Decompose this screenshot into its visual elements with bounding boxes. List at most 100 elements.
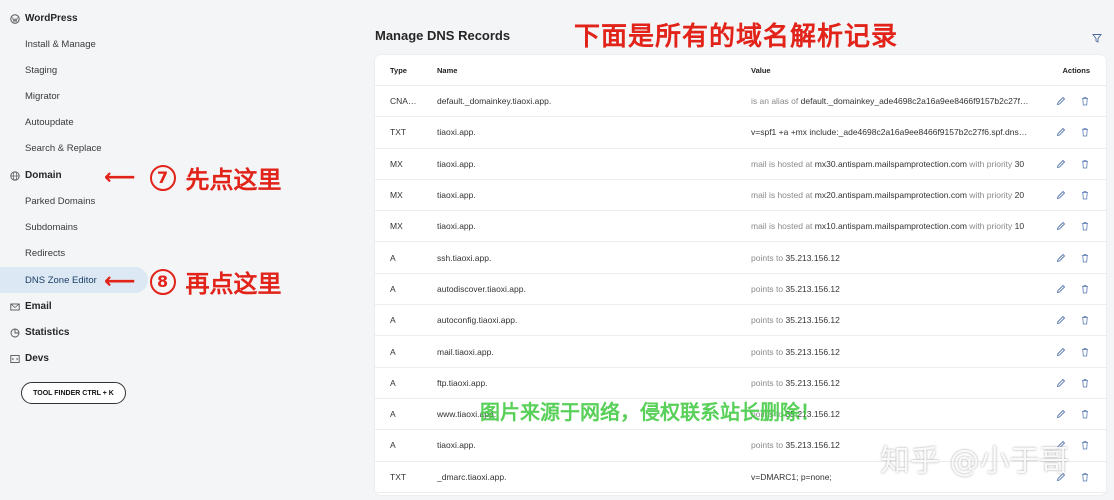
annotation-step-7: ⟵ 7 先点这里 (104, 160, 282, 195)
edit-icon[interactable] (1056, 409, 1066, 419)
trash-icon[interactable] (1080, 190, 1090, 200)
sidebar-item-migrator[interactable]: Migrator (25, 91, 60, 102)
tool-finder-button[interactable]: TOOL FINDER CTRL + K (21, 382, 126, 404)
record-actions (1030, 127, 1106, 137)
trash-icon[interactable] (1080, 127, 1090, 137)
sidebar-group-email[interactable]: Email (10, 301, 52, 312)
trash-icon[interactable] (1080, 253, 1090, 263)
value-mid: with priority (969, 190, 1013, 201)
value-priority: 10 (1014, 221, 1025, 232)
sidebar-group-devs[interactable]: Devs (10, 353, 49, 364)
edit-icon[interactable] (1056, 315, 1066, 325)
annotation-text: 再点这里 (185, 270, 282, 298)
record-type: MX (390, 158, 403, 169)
trash-icon[interactable] (1080, 347, 1090, 357)
value-priority: 20 (1014, 190, 1025, 201)
record-type: A (390, 283, 396, 294)
table-row: CNA… default._domainkey.tiaoxi.app. is an … (375, 86, 1106, 118)
record-actions (1030, 159, 1106, 169)
record-name: tiaoxi.app. (437, 440, 476, 451)
trash-icon[interactable] (1080, 96, 1090, 106)
value-main: mx10.antispam.mailspamprotection.com (814, 221, 967, 232)
sidebar-group-domain[interactable]: Domain (10, 170, 62, 181)
value-prefix: points to (751, 440, 784, 451)
record-type: A (390, 346, 396, 357)
filter-icon[interactable] (1092, 30, 1102, 43)
sidebar-group-label: Statistics (25, 327, 70, 338)
table-row: MX tiaoxi.app. mail is hosted at mx20.anti… (375, 180, 1106, 212)
record-name: tiaoxi.app. (437, 221, 476, 232)
sidebar-item-install-manage[interactable]: Install & Manage (25, 39, 96, 50)
record-value: v=spf1 +a +mx include:_ade4698c2a16a9ee8… (736, 127, 1030, 137)
record-value: is an alias of default._domainkey_ade469… (736, 96, 1030, 106)
edit-icon[interactable] (1056, 159, 1066, 169)
table-header: Type Name Value Actions (375, 55, 1106, 86)
sidebar-group-label: Devs (25, 353, 49, 364)
edit-icon[interactable] (1056, 378, 1066, 388)
table-row: Aftp.tiaoxi.app. points to 35.213.156.12 (375, 368, 1106, 399)
record-actions (1030, 96, 1106, 106)
trash-icon[interactable] (1080, 409, 1090, 419)
edit-icon[interactable] (1056, 190, 1066, 200)
edit-icon[interactable] (1056, 96, 1066, 106)
value-main: v=spf1 +a +mx include:_ade4698c2a16a9ee8… (751, 127, 1030, 138)
record-type: TXT (390, 471, 407, 482)
edit-icon[interactable] (1056, 221, 1066, 231)
sidebar-item-redirects[interactable]: Redirects (25, 248, 65, 259)
sidebar-group-label: Domain (25, 170, 62, 181)
table-row: Assh.tiaoxi.app. points to 35.213.156.12 (375, 242, 1106, 274)
sidebar-item-parked-domains[interactable]: Parked Domains (25, 196, 95, 207)
sidebar-item-search-replace[interactable]: Search & Replace (25, 143, 102, 154)
value-mid: with priority (969, 158, 1013, 169)
dns-records-table: Type Name Value Actions CNA… default._dom… (375, 55, 1106, 495)
value-prefix: mail is hosted at (751, 158, 813, 169)
trash-icon[interactable] (1080, 221, 1090, 231)
record-value: points to 35.213.156.12 (736, 347, 1030, 357)
edit-icon[interactable] (1056, 127, 1066, 137)
edit-icon[interactable] (1056, 347, 1066, 357)
globe-icon (10, 170, 20, 181)
table-row: MX tiaoxi.app. mail is hosted at mx30.anti… (375, 149, 1106, 180)
value-prefix: points to (751, 377, 784, 388)
header-annotation: 下面是所有的域名解析记录 (574, 22, 899, 52)
record-actions (1030, 190, 1106, 200)
page-title: Manage DNS Records (375, 28, 511, 43)
trash-icon[interactable] (1080, 378, 1090, 388)
trash-icon[interactable] (1080, 284, 1090, 294)
zhihu-watermark: 知乎 @小于哥 (880, 444, 1070, 479)
table-row: Amail.tiaoxi.app. points to 35.213.156.12 (375, 336, 1106, 368)
arrow-left-icon: ⟵ (104, 165, 136, 190)
record-type: A (390, 440, 396, 451)
value-main: 35.213.156.12 (785, 346, 840, 357)
value-main: v=DMARC1; p=none; (751, 471, 832, 482)
value-main: default._domainkey_ade4698c2a16a9ee8466f… (800, 96, 1030, 107)
record-type: A (390, 409, 396, 420)
column-header-name: Name (437, 65, 458, 75)
value-prefix: is an alias of (751, 96, 799, 107)
trash-icon[interactable] (1080, 315, 1090, 325)
trash-icon[interactable] (1080, 472, 1090, 482)
edit-icon[interactable] (1056, 253, 1066, 263)
record-name: _dmarc.tiaoxi.app. (437, 471, 507, 482)
trash-icon[interactable] (1080, 440, 1090, 450)
sidebar-group-wordpress[interactable]: WordPress (10, 13, 78, 24)
record-name: default._domainkey.tiaoxi.app. (437, 96, 552, 107)
table-body: CNA… default._domainkey.tiaoxi.app. is an … (375, 86, 1106, 493)
annotation-step-8: ⟵ 8 再点这里 (104, 264, 282, 299)
trash-icon[interactable] (1080, 159, 1090, 169)
record-value: mail is hosted at mx10.antispam.mailspam… (736, 221, 1030, 231)
step-number: 8 (149, 268, 176, 295)
sidebar-group-statistics[interactable]: Statistics (10, 327, 69, 338)
sidebar-item-staging[interactable]: Staging (25, 65, 57, 76)
step-number: 7 (149, 164, 176, 191)
sidebar-item-autoupdate[interactable]: Autoupdate (25, 117, 74, 128)
record-type: A (390, 315, 396, 326)
value-main: 35.213.156.12 (785, 315, 840, 326)
value-main: 35.213.156.12 (785, 283, 840, 294)
edit-icon[interactable] (1056, 284, 1066, 294)
arrow-left-icon: ⟵ (104, 269, 136, 294)
sidebar-item-subdomains[interactable]: Subdomains (25, 222, 78, 233)
value-main: 35.213.156.12 (785, 440, 840, 451)
value-prefix: mail is hosted at (751, 190, 813, 201)
mail-icon (10, 302, 20, 312)
